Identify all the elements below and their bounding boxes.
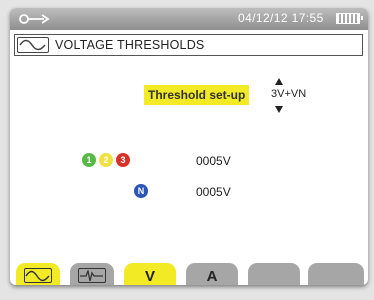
tab-empty[interactable]: [248, 263, 300, 285]
battery-icon: [336, 13, 363, 24]
link-icon: [19, 14, 50, 24]
device-frame: 04/12/12 17:55 VOLTAGE THRESHOLDS Thresh…: [0, 0, 374, 300]
phase-threshold-value[interactable]: 0005V: [196, 154, 231, 168]
tab-voltage[interactable]: V: [124, 263, 176, 285]
arrow-up-icon[interactable]: [275, 78, 283, 85]
datetime: 04/12/12 17:55: [238, 11, 324, 25]
tab-transient[interactable]: [70, 263, 114, 285]
waveform-icon: [24, 268, 52, 283]
selector-value: 3V+VN: [271, 88, 307, 100]
neutral-dot: N: [134, 184, 148, 198]
waveform-icon: [17, 37, 49, 53]
tab-empty[interactable]: [308, 263, 364, 285]
threshold-setup-label[interactable]: Threshold set-up: [144, 85, 250, 105]
threshold-selector[interactable]: 3V+VN: [270, 78, 318, 116]
tab-waveform[interactable]: [16, 263, 60, 285]
page-title: VOLTAGE THRESHOLDS: [55, 38, 205, 52]
title-bar: VOLTAGE THRESHOLDS: [14, 34, 363, 56]
arrow-down-icon[interactable]: [275, 106, 283, 113]
transient-icon: [78, 268, 106, 283]
phase-1-dot: 1: [82, 153, 96, 167]
screen: 04/12/12 17:55 VOLTAGE THRESHOLDS Thresh…: [10, 8, 368, 285]
phase-3-dot: 3: [116, 153, 130, 167]
status-bar: 04/12/12 17:55: [10, 8, 368, 30]
phase-2-dot: 2: [99, 153, 113, 167]
neutral-threshold-value[interactable]: 0005V: [196, 185, 231, 199]
tab-current[interactable]: A: [186, 263, 238, 285]
